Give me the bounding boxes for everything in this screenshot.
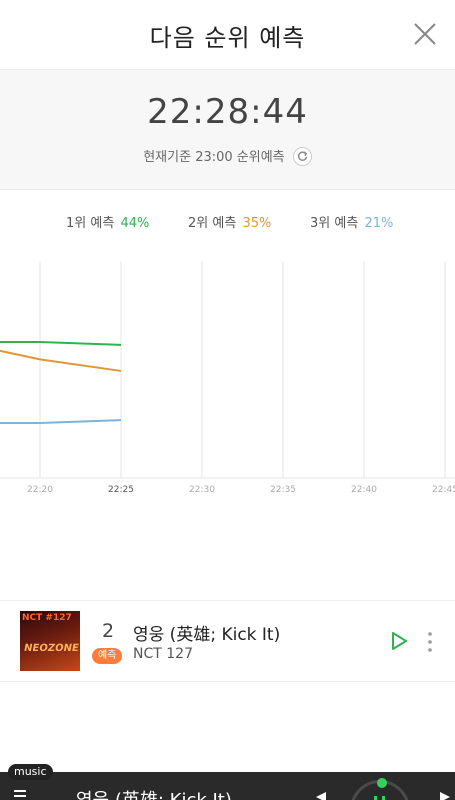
legend-item-rank3: 3위 예측 21% (310, 212, 393, 231)
legend-label: 1위 예측 (66, 216, 115, 231)
prediction-badge: 예측 (92, 648, 123, 664)
legend-label: 2위 예측 (188, 216, 237, 231)
play-icon[interactable] (390, 631, 408, 651)
x-tick-label: 22:35 (270, 485, 296, 495)
x-tick-label: 22:25 (108, 485, 134, 495)
series-line-rank2 (0, 349, 122, 372)
legend-percent: 44% (120, 216, 150, 231)
song-title[interactable]: 영웅 (英雄; Kick It) (133, 620, 280, 645)
refresh-icon (297, 151, 308, 161)
x-tick-label: 22:45 (432, 485, 455, 495)
album-art-text: NEOZONE (23, 643, 80, 654)
legend-percent: 21% (364, 216, 394, 231)
playlist-menu-icon[interactable] (14, 790, 32, 800)
now-playing-title[interactable]: 영웅 (英雄; Kick It) (76, 786, 232, 800)
time-panel: 22:28:44 현재기준 23:00 순위예측 (0, 70, 455, 190)
current-time: 22:28:44 (147, 92, 308, 132)
legend-item-rank1: 1위 예측 44% (66, 212, 149, 231)
ranking-basis-text: 현재기준 23:00 순위예측 (143, 150, 285, 165)
header: 다음 순위 예측 (0, 0, 455, 70)
page-title: 다음 순위 예측 (149, 24, 306, 52)
x-tick-label: 22:30 (189, 485, 215, 495)
x-tick-label: 22:20 (27, 485, 53, 495)
chart-legend: 1위 예측 44% 2위 예측 35% 3위 예측 21% (0, 212, 455, 236)
legend-item-rank2: 2위 예측 35% (188, 212, 271, 231)
music-tag: music (8, 764, 53, 780)
legend-percent: 35% (242, 216, 272, 231)
ranking-basis: 현재기준 23:00 순위예측 (0, 146, 455, 167)
refresh-button[interactable] (292, 147, 312, 166)
play-pause-button[interactable] (350, 778, 410, 800)
next-icon[interactable] (440, 792, 454, 800)
artist-name[interactable]: NCT 127 (133, 646, 193, 662)
close-icon[interactable] (411, 20, 439, 48)
pause-icon (374, 796, 385, 800)
series-line-rank3 (0, 419, 122, 425)
mini-player[interactable]: 영웅 (英雄; Kick It) (0, 772, 455, 800)
album-art-text: NCT #127 (22, 613, 72, 623)
previous-icon[interactable] (314, 792, 328, 800)
album-art: NCT #127 NEOZONE (20, 611, 80, 671)
more-options-icon[interactable] (423, 631, 437, 653)
rank-number: 2 (102, 620, 115, 642)
series-line-rank1 (0, 341, 122, 346)
progress-indicator (377, 778, 387, 788)
list-item[interactable]: NCT #127 NEOZONE 2 영웅 (英雄; Kick It) 예측 N… (0, 600, 455, 682)
x-tick-label: 22:40 (351, 485, 377, 495)
legend-label: 3위 예측 (310, 216, 359, 231)
rank-prediction-chart: 22:20 22:25 22:30 22:35 22:40 22:45 (0, 261, 455, 495)
